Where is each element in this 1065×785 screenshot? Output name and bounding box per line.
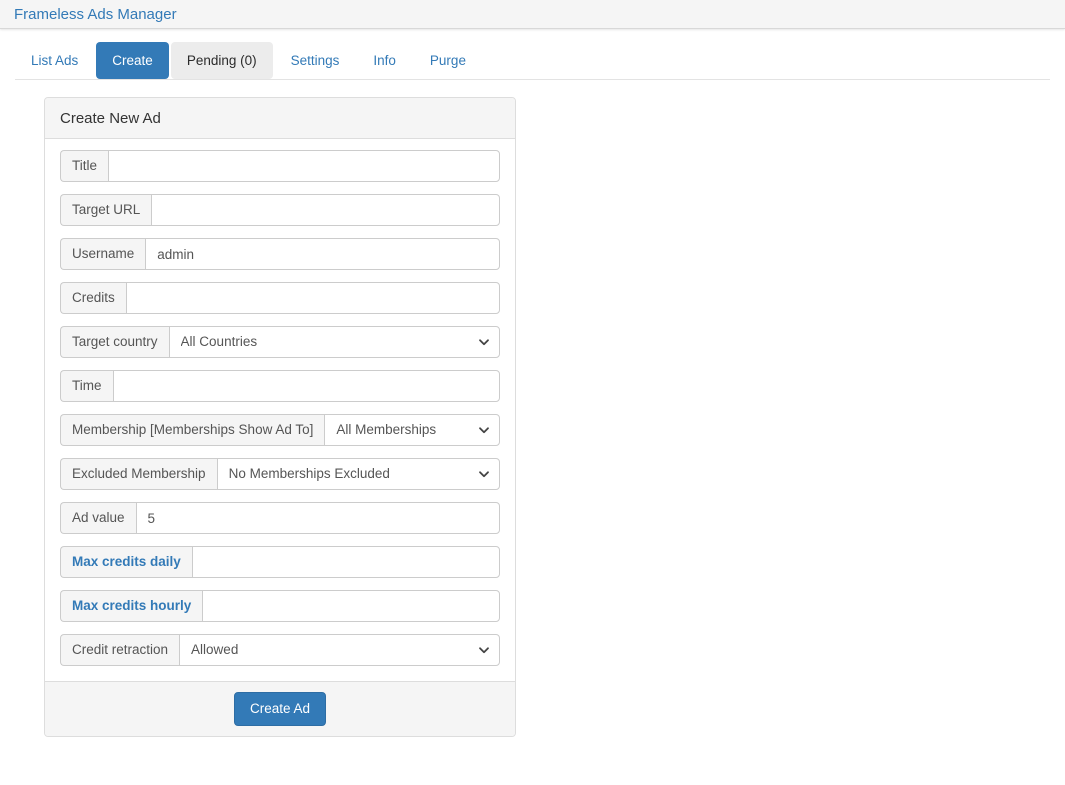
field-group-target-country: Target country All Countries (60, 326, 500, 358)
field-group-ad-value: Ad value (60, 502, 500, 534)
select-value-excluded-membership: No Memberships Excluded (228, 466, 390, 481)
field-label-title: Title (60, 150, 109, 182)
select-excluded-membership[interactable]: No Memberships Excluded (216, 458, 500, 490)
nav-tab-pending-0[interactable]: Pending (0) (170, 42, 273, 79)
select-value-membership-memberships-show-ad-to: All Memberships (336, 422, 437, 437)
app-title-link[interactable]: Frameless Ads Manager (14, 5, 177, 24)
field-group-target-url: Target URL (60, 194, 500, 226)
field-label-membership-memberships-show-ad-to: Membership [Memberships Show Ad To] (60, 414, 325, 446)
select-value-target-country: All Countries (180, 334, 258, 349)
nav-tab-settings[interactable]: Settings (275, 42, 356, 79)
field-label-max-credits-daily: Max credits daily (60, 546, 192, 578)
input-ad-value[interactable] (135, 502, 500, 534)
panel-header: Create New Ad (45, 98, 515, 139)
input-target-url[interactable] (151, 194, 500, 226)
create-ad-panel: Create New Ad Title Target URL Username Cre… (44, 97, 516, 737)
field-group-max-credits-daily: Max credits daily (60, 546, 500, 578)
nav-tab-info[interactable]: Info (357, 42, 412, 79)
field-label-credits: Credits (60, 282, 126, 314)
input-title[interactable] (108, 150, 500, 182)
field-label-credit-retraction: Credit retraction (60, 634, 180, 666)
field-group-username: Username (60, 238, 500, 270)
create-ad-form: Title Target URL Username Credits Target cou… (45, 139, 515, 681)
page-root: Frameless Ads Manager List Ads Create Pend… (0, 0, 1065, 785)
nav-tab-create[interactable]: Create (96, 42, 169, 79)
field-group-title: Title (60, 150, 500, 182)
input-credits[interactable] (125, 282, 500, 314)
app-header-bar: Frameless Ads Manager (0, 0, 1065, 29)
field-label-target-country: Target country (60, 326, 169, 358)
main-navigation: List Ads Create Pending (0) Settings Info Pur… (0, 31, 1065, 81)
select-credit-retraction[interactable]: Allowed (179, 634, 500, 666)
field-group-max-credits-hourly: Max credits hourly (60, 590, 500, 622)
field-label-time: Time (60, 370, 113, 402)
field-group-time: Time (60, 370, 500, 402)
field-group-credits: Credits (60, 282, 500, 314)
input-time[interactable] (112, 370, 500, 402)
input-max-credits-daily[interactable] (191, 546, 500, 578)
field-label-max-credits-hourly: Max credits hourly (60, 590, 203, 622)
field-group-membership-memberships-show-ad-to: Membership [Memberships Show Ad To] All M… (60, 414, 500, 446)
panel-footer: Create Ad (45, 681, 515, 736)
field-label-username: Username (60, 238, 146, 270)
panel-title: Create New Ad (60, 109, 161, 127)
input-username[interactable] (145, 238, 500, 270)
field-label-ad-value: Ad value (60, 502, 136, 534)
field-group-credit-retraction: Credit retraction Allowed (60, 634, 500, 666)
field-label-excluded-membership: Excluded Membership (60, 458, 217, 490)
select-value-credit-retraction: Allowed (191, 642, 239, 657)
select-membership-memberships-show-ad-to[interactable]: All Memberships (324, 414, 500, 446)
create-ad-button[interactable]: Create Ad (233, 692, 327, 726)
nav-tab-purge[interactable]: Purge (414, 42, 482, 79)
select-target-country[interactable]: All Countries (168, 326, 500, 358)
input-max-credits-hourly[interactable] (202, 590, 500, 622)
field-label-target-url: Target URL (60, 194, 152, 226)
nav-bottom-divider (15, 79, 1050, 80)
nav-tab-list-ads[interactable]: List Ads (15, 42, 94, 79)
nav-tab-list: List Ads Create Pending (0) Settings Info Pur… (15, 42, 484, 80)
field-group-excluded-membership: Excluded Membership No Memberships Exclud… (60, 458, 500, 490)
